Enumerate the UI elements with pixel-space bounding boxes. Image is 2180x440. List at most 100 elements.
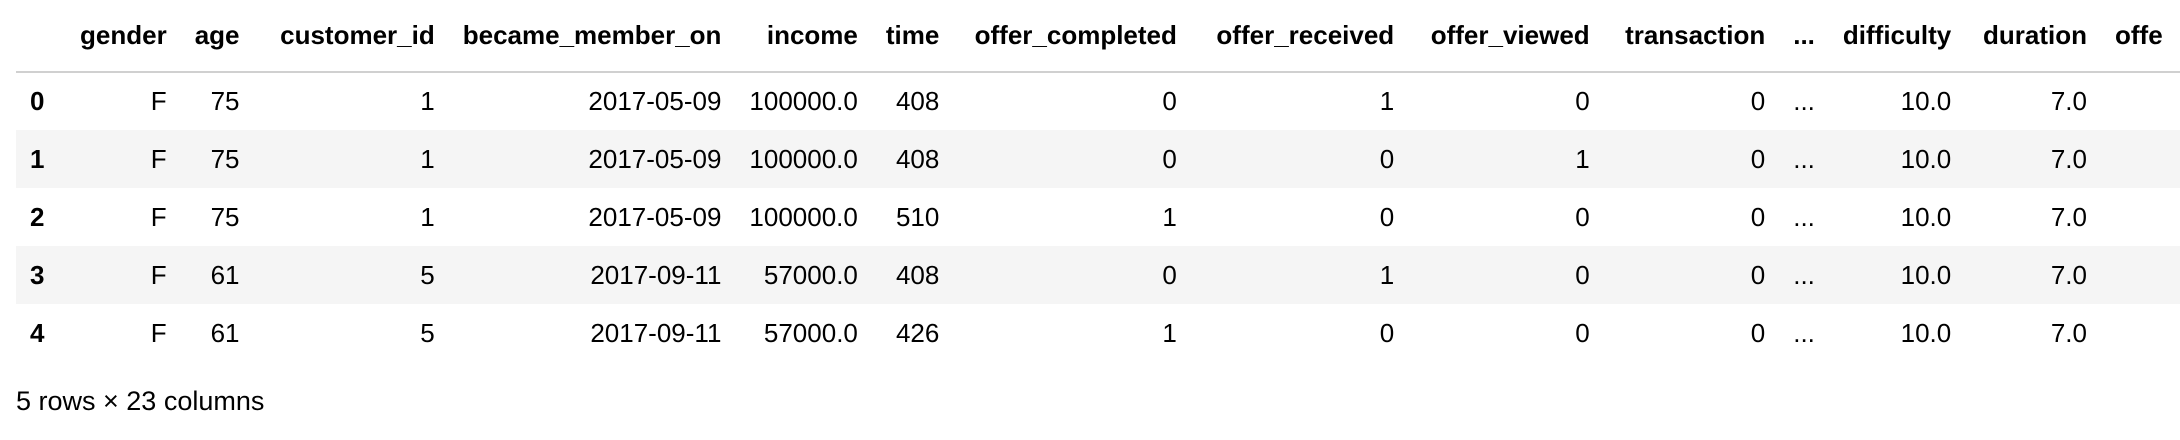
table-cell: 100000.0: [749, 86, 858, 116]
table-cell: 1: [420, 86, 435, 116]
table-cell: 408: [895, 86, 940, 116]
table-cell: 0: [1575, 201, 1590, 232]
column-header-income: income: [735, 0, 872, 73]
table-cell: ...: [1793, 201, 1815, 232]
table-cell: 61: [210, 259, 240, 290]
table-cell: 7.0: [2050, 143, 2087, 174]
table-row: 0 F 75 1 2017-05-09 100000.0 408 0 1 0 0... 10.0 7.0: [16, 72, 2180, 130]
row-index: 4: [30, 317, 45, 348]
table-cell: 10.0: [1900, 317, 1952, 348]
table-cell: 0: [1379, 201, 1395, 232]
table-cell: 75: [210, 143, 240, 174]
column-header-duration: duration: [1965, 0, 2101, 73]
table-cell: 0: [1575, 86, 1590, 116]
table-cell: 1: [1162, 201, 1177, 232]
table-row: 2 F 75 1 2017-05-09 100000.0 510 1 0 0 0... 10.0 7.0: [16, 188, 2180, 246]
dataframe-container: gender age customer_id became_member_on …: [16, 0, 2180, 362]
table-cell: 0: [1750, 143, 1766, 174]
table-cell: 1: [1379, 86, 1395, 116]
column-header-became-member-on: became_member_on: [448, 0, 736, 73]
table-row: 1 F 75 1 2017-05-09 100000.0 408 0 0 1 0... 10.0 7.0: [16, 130, 2180, 188]
row-index: 2: [30, 201, 45, 232]
table-cell: 0: [1750, 317, 1766, 348]
table-cell: 408: [895, 259, 940, 290]
table-row: 3 F 61 5 2017-09-11 57000.0 408 0 1 0 0... 10.0 7.0: [16, 246, 2180, 304]
table-row: 4 F 61 5 2017-09-11 57000.0 426 1 0 0 0... 10.0 7.0: [16, 304, 2180, 362]
row-index: 0: [30, 86, 45, 116]
table-cell: 57000.0: [763, 259, 858, 290]
table-cell: 0: [1750, 259, 1766, 290]
notebook-output-area: gender age customer_id became_member_on …: [0, 0, 2180, 440]
dataframe-shape-caption: 5 rows × 23 columns: [16, 386, 265, 416]
table-cell: 10.0: [1900, 86, 1952, 116]
table-cell: 57000.0: [763, 317, 858, 348]
table-cell: 510: [895, 201, 940, 232]
table-cell: ...: [1793, 86, 1815, 116]
index-header: [16, 0, 58, 73]
column-header-difficulty: difficulty: [1828, 0, 1966, 73]
table-cell: 0: [1750, 86, 1766, 116]
column-header-time: time: [871, 0, 954, 73]
table-cell: 100000.0: [749, 201, 858, 232]
column-header-ellipsis: ...: [1779, 0, 1829, 73]
table-cell: 1: [420, 143, 435, 174]
table-cell: 1: [1379, 259, 1395, 290]
table-cell: 0: [1379, 317, 1395, 348]
table-cell: 10.0: [1900, 259, 1952, 290]
table-cell: 75: [210, 86, 240, 116]
table-cell: 0: [1575, 259, 1590, 290]
column-header-transaction: transaction: [1603, 0, 1780, 73]
table-cell: 2017-05-09: [588, 201, 722, 232]
table-cell: 100000.0: [749, 143, 858, 174]
column-header-offer-received: offer_received: [1190, 0, 1409, 73]
table-cell: F: [150, 143, 167, 174]
column-header-truncated: offe: [2101, 0, 2180, 73]
table-cell: 0: [1750, 201, 1766, 232]
column-header-age: age: [180, 0, 254, 73]
table-cell: 7.0: [2050, 259, 2087, 290]
table-cell: 0: [1379, 143, 1395, 174]
table-cell: 5: [420, 317, 435, 348]
table-cell: 2017-09-11: [590, 259, 722, 290]
table-cell: 7.0: [2050, 317, 2087, 348]
dataframe-table: gender age customer_id became_member_on …: [16, 0, 2180, 362]
table-cell: 5: [420, 259, 435, 290]
table-cell: 1: [1575, 143, 1590, 174]
table-cell: 2017-05-09: [588, 143, 722, 174]
table-cell: 10.0: [1900, 201, 1952, 232]
table-cell: F: [150, 317, 167, 348]
column-header-customer-id: customer_id: [253, 0, 449, 73]
table-cell: ...: [1793, 259, 1815, 290]
table-cell: [2101, 246, 2180, 304]
header-row: gender age customer_id became_member_on …: [16, 0, 2180, 73]
row-index: 3: [30, 259, 45, 290]
table-cell: [2101, 72, 2180, 130]
table-cell: 408: [895, 143, 940, 174]
table-cell: 7.0: [2050, 86, 2087, 116]
table-cell: 0: [1162, 86, 1177, 116]
table-cell: [2101, 188, 2180, 246]
table-cell: ...: [1793, 143, 1815, 174]
table-cell: F: [150, 86, 167, 116]
row-index: 1: [30, 143, 45, 174]
table-cell: F: [150, 259, 167, 290]
column-header-offer-viewed: offer_viewed: [1408, 0, 1604, 73]
column-header-gender: gender: [57, 0, 181, 73]
table-cell: 61: [210, 317, 240, 348]
table-cell: 2017-09-11: [590, 317, 722, 348]
table-cell: 7.0: [2050, 201, 2087, 232]
table-cell: 1: [420, 201, 435, 232]
table-cell: 426: [895, 317, 940, 348]
column-header-offer-completed: offer_completed: [953, 0, 1191, 73]
table-cell: 2017-05-09: [588, 86, 722, 116]
table-cell: ...: [1793, 317, 1815, 348]
table-cell: 75: [210, 201, 240, 232]
table-cell: [2101, 130, 2180, 188]
table-cell: 0: [1575, 317, 1590, 348]
table-cell: [2101, 304, 2180, 362]
table-cell: 10.0: [1900, 143, 1952, 174]
table-cell: F: [150, 201, 167, 232]
table-cell: 1: [1162, 317, 1177, 348]
table-cell: 0: [1162, 259, 1177, 290]
table-cell: 0: [1162, 143, 1177, 174]
